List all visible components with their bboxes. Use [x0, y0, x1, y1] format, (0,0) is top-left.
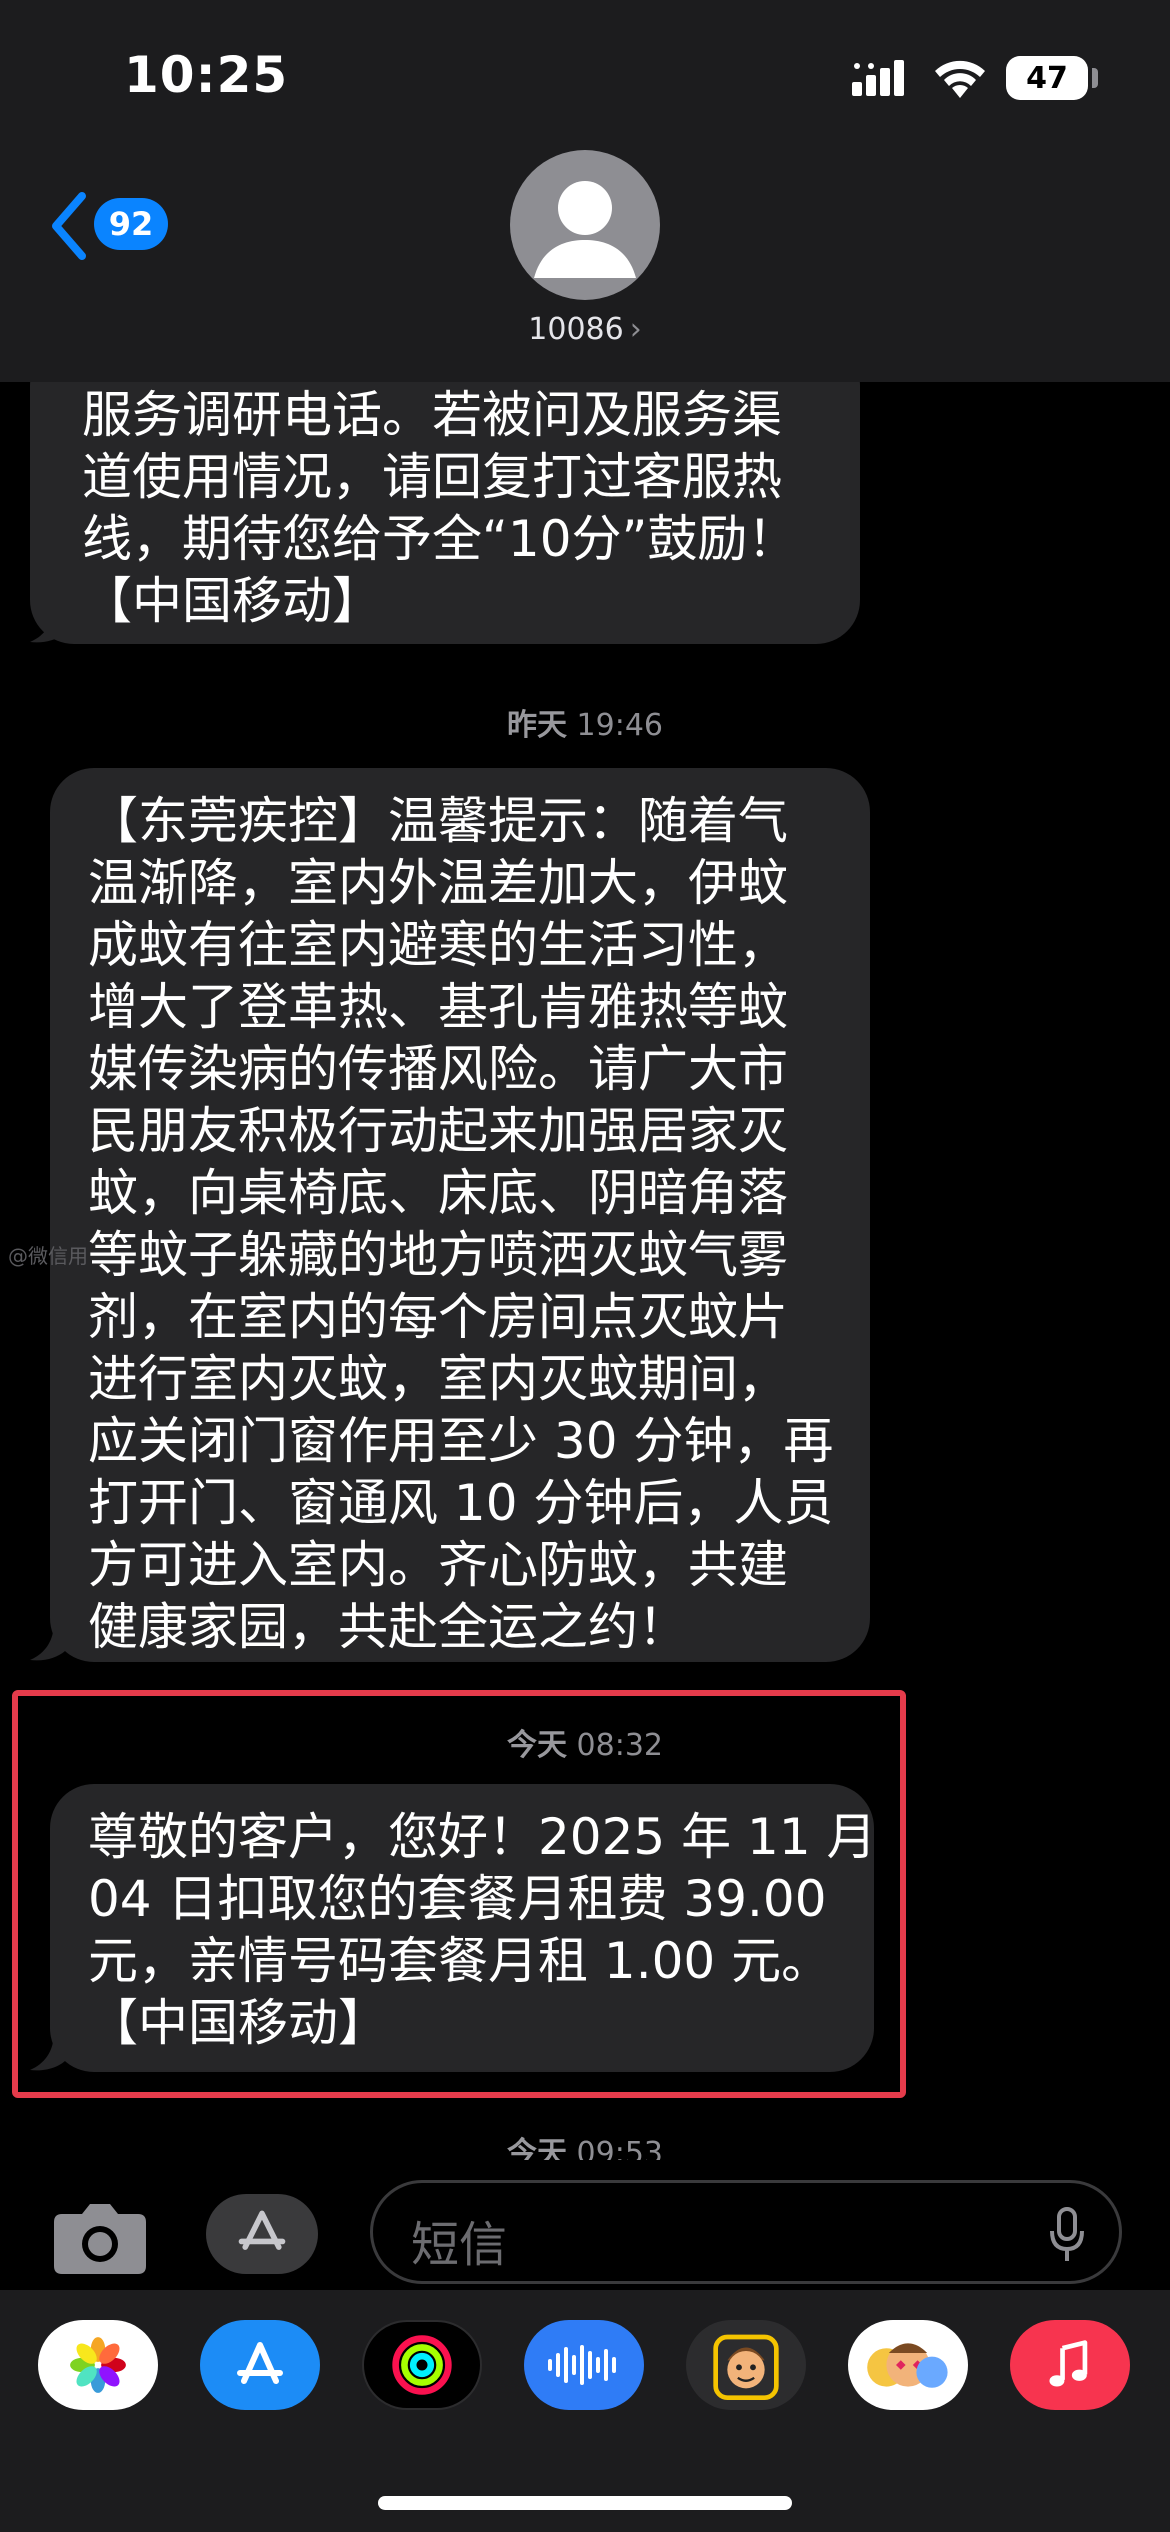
timestamp: 今天 08:32: [0, 1720, 1170, 1764]
timestamp-time: 19:46: [576, 708, 663, 743]
timestamp: 昨天 19:46: [0, 700, 1170, 744]
timestamp-day: 昨天: [506, 708, 567, 743]
music-note: [1049, 2340, 1088, 2387]
audio-message-icon[interactable]: [524, 2320, 644, 2410]
back-chevron-icon[interactable]: [46, 190, 94, 262]
waveform: [548, 2345, 616, 2385]
battery-indicator: 47: [1006, 56, 1088, 100]
chevron-right-icon: ›: [629, 312, 642, 347]
message-line: 增大了登革热、基孔肯雅热等蚊: [88, 978, 788, 1036]
app-store-glyph: [237, 2342, 283, 2384]
memoji-face: [713, 2334, 779, 2400]
input-bar: 短信: [0, 2160, 1170, 2290]
message-line: 【中国移动】: [82, 572, 382, 630]
music-icon[interactable]: [1010, 2320, 1130, 2410]
message-line: 剂，在室内的每个房间点灭蚊片: [88, 1288, 788, 1346]
message-line: 【中国移动】: [88, 1994, 388, 2052]
watermark-text: @微信用: [8, 1244, 88, 1268]
message-line: 蚊，向桌椅底、床底、阴暗角落: [88, 1164, 788, 1222]
fitness-icon[interactable]: [362, 2320, 482, 2410]
person-icon: [534, 181, 636, 278]
unread-count-badge[interactable]: 92: [94, 198, 168, 250]
bubble-tail: [30, 2032, 70, 2071]
timestamp-time: 08:32: [576, 1728, 663, 1763]
message-line: 等蚊子躲藏的地方喷洒灭蚊气雾: [88, 1226, 788, 1284]
app-store-icon[interactable]: [200, 2320, 320, 2410]
contact-avatar[interactable]: [510, 150, 660, 300]
bubble-tail: [30, 1622, 70, 1661]
message-placeholder: 短信: [411, 2217, 508, 2273]
activity-rings: [392, 2335, 452, 2395]
message-input[interactable]: 短信: [370, 2180, 1122, 2284]
memoji-icon[interactable]: [686, 2320, 806, 2410]
message-line: 健康家园，共赴全运之约！: [88, 1598, 688, 1656]
message-line: 应关闭门窗作用至少 30 分钟，再: [88, 1412, 834, 1470]
message-line: 道使用情况，请回复打过客服热: [82, 448, 782, 506]
message-line: 媒传染病的传播风险。请广大市: [88, 1040, 788, 1098]
message-line: 尊敬的客户，您好！2025 年 11 月: [88, 1808, 877, 1866]
photos-flower: [70, 2337, 126, 2393]
contact-name-text: 10086: [528, 312, 624, 347]
message-line: 04 日扣取您的套餐月租费 39.00: [88, 1870, 827, 1928]
message-line: 温渐降，室内外温差加大，伊蚊: [88, 854, 788, 912]
messages-screen: 服务调研电话。若被问及服务渠 道使用情况，请回复打过客服热 线，期待您给予全“1…: [0, 0, 1170, 2532]
conversation-header: 10:25 47 92 10086 ›: [0, 0, 1170, 382]
message-line: 进行室内灭蚊，室内灭蚊期间，: [88, 1350, 788, 1408]
message-line: 服务调研电话。若被问及服务渠: [82, 386, 782, 444]
contact-name[interactable]: 10086 ›: [0, 312, 1170, 347]
battery-nub: [1092, 68, 1098, 88]
memoji-stickers: [867, 2343, 948, 2388]
message-line: 【东莞疾控】温馨提示：随着气: [88, 792, 788, 850]
signal-icon: [852, 60, 904, 96]
apps-button[interactable]: [206, 2194, 318, 2274]
mic-icon[interactable]: [1049, 2207, 1085, 2263]
camera-icon[interactable]: [52, 2200, 148, 2276]
message-bubble-1[interactable]: 服务调研电话。若被问及服务渠 道使用情况，请回复打过客服热 线，期待您给予全“1…: [30, 342, 860, 644]
message-bubble-3[interactable]: 尊敬的客户，您好！2025 年 11 月 04 日扣取您的套餐月租费 39.00…: [50, 1784, 877, 2072]
message-line: 成蚊有往室内避寒的生活习性，: [88, 916, 788, 974]
message-line: 方可进入室内。齐心防蚊，共建: [88, 1536, 788, 1594]
message-bubble-2[interactable]: 【东莞疾控】温馨提示：随着气 温渐降，室内外温差加大，伊蚊 成蚊有往室内避寒的生…: [50, 768, 870, 1662]
status-time: 10:25: [124, 46, 289, 104]
wifi-icon: [935, 60, 985, 98]
app-store-icon: [238, 2210, 286, 2250]
memoji-stickers-icon[interactable]: [848, 2320, 968, 2410]
message-line: 线，期待您给予全“10分”鼓励！: [82, 510, 798, 568]
message-line: 元，亲情号码套餐月租 1.00 元。: [88, 1932, 832, 1990]
home-indicator[interactable]: [378, 2496, 792, 2510]
app-drawer: [0, 2290, 1170, 2532]
photos-icon[interactable]: [38, 2320, 158, 2410]
message-line: 民朋友积极行动起来加强居家灭: [88, 1102, 788, 1160]
bubble-tail: [30, 604, 70, 643]
message-line: 打开门、窗通风 10 分钟后，人员: [88, 1474, 834, 1532]
timestamp-day: 今天: [506, 1728, 567, 1763]
